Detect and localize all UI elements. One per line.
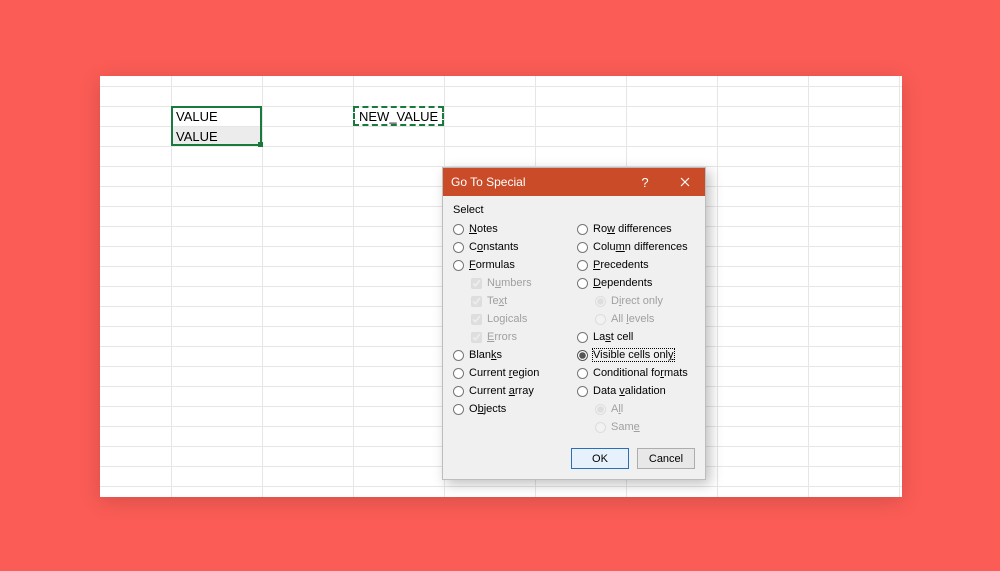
help-icon[interactable]: ? xyxy=(625,168,665,196)
option-numbers: Numbers xyxy=(471,274,571,292)
option-current-region[interactable]: Current region xyxy=(453,364,571,382)
options-left-col: Notes Constants Formulas Numbers Text Lo… xyxy=(453,220,571,436)
opt-label: otes xyxy=(477,223,498,235)
option-conditional-formats[interactable]: Conditional formats xyxy=(577,364,695,382)
option-all: All xyxy=(595,400,695,418)
option-precedents[interactable]: Precedents xyxy=(577,256,695,274)
option-constants[interactable]: Constants xyxy=(453,238,571,256)
dialog-body: Select Notes Constants Formulas Numbers … xyxy=(443,196,705,479)
option-objects[interactable]: Objects xyxy=(453,400,571,418)
option-blanks[interactable]: Blanks xyxy=(453,346,571,364)
option-errors: Errors xyxy=(471,328,571,346)
options-right-col: Row differences Column differences Prece… xyxy=(577,220,695,436)
option-row-differences[interactable]: Row differences xyxy=(577,220,695,238)
option-text: Text xyxy=(471,292,571,310)
goto-special-dialog: Go To Special ? Select Notes Constants F… xyxy=(442,167,706,480)
spreadsheet-canvas: VALUE VALUE NEW_VALUE Go To Special ? Se… xyxy=(100,76,902,497)
dialog-titlebar[interactable]: Go To Special ? xyxy=(443,168,705,196)
selection-border xyxy=(171,106,262,146)
option-visible-cells[interactable]: Visible cells only xyxy=(577,346,695,364)
cell-c1[interactable]: NEW_VALUE xyxy=(356,107,443,127)
ok-button[interactable]: OK xyxy=(571,448,629,469)
option-column-differences[interactable]: Column differences xyxy=(577,238,695,256)
option-formulas[interactable]: Formulas xyxy=(453,256,571,274)
option-logicals: Logicals xyxy=(471,310,571,328)
button-bar: OK Cancel xyxy=(453,448,695,469)
dialog-title: Go To Special xyxy=(451,175,625,189)
close-icon[interactable] xyxy=(665,168,705,196)
section-label: Select xyxy=(453,204,695,216)
option-dependents[interactable]: Dependents xyxy=(577,274,695,292)
option-all-levels: All levels xyxy=(595,310,695,328)
fill-handle[interactable] xyxy=(258,142,263,147)
option-same: Same xyxy=(595,418,695,436)
option-current-array[interactable]: Current array xyxy=(453,382,571,400)
option-last-cell[interactable]: Last cell xyxy=(577,328,695,346)
option-data-validation[interactable]: Data validation xyxy=(577,382,695,400)
option-direct-only: Direct only xyxy=(595,292,695,310)
cancel-button[interactable]: Cancel xyxy=(637,448,695,469)
option-notes[interactable]: Notes xyxy=(453,220,571,238)
